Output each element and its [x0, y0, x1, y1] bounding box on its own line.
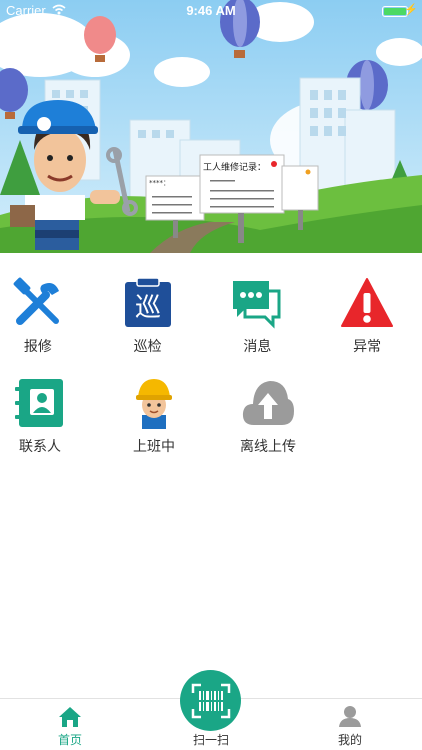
tab-mine-label: 我的: [337, 733, 362, 747]
warning-triangle-icon: [340, 276, 394, 330]
cloud-upload-icon: [241, 376, 295, 430]
billboard-title: 工人维修记录：: [203, 163, 267, 173]
billboard-small-text: ****：: [149, 179, 170, 187]
menu-label-exception: 异常: [353, 339, 382, 355]
menu-label-contacts: 联系人: [19, 439, 61, 455]
tab-mine[interactable]: 我的: [310, 699, 390, 750]
tab-home[interactable]: 首页: [30, 699, 110, 750]
menu-item-offline-upload[interactable]: 离线上传: [211, 376, 325, 476]
menu-label-repair: 报修: [23, 339, 52, 355]
worker-helmet-icon: [127, 376, 181, 430]
clipboard-patrol-icon: 巡: [121, 276, 175, 330]
menu-label-patrol: 巡检: [133, 339, 162, 355]
header-banner: 工人维修记录： ****：: [0, 0, 422, 253]
tab-scan-label: 扫一扫: [192, 733, 229, 747]
menu-item-repair[interactable]: 报修: [0, 276, 93, 376]
barcode-scan-icon: [191, 683, 230, 718]
grid-row-1: 报修 巡 巡检 消息 异常: [0, 276, 422, 376]
wrench-hammer-icon: [11, 276, 65, 330]
menu-label-on-duty: 上班中: [133, 439, 175, 455]
menu-item-contacts[interactable]: 联系人: [0, 376, 97, 476]
function-grid: 报修 巡 巡检 消息 异常 联系人 上班中 离线上传: [0, 276, 422, 476]
patrol-glyph: 巡: [135, 293, 161, 323]
menu-item-on-duty[interactable]: 上班中: [97, 376, 211, 476]
banner-illustration: [0, 0, 422, 253]
menu-label-offline-upload: 离线上传: [240, 439, 296, 455]
menu-item-exception[interactable]: 异常: [312, 276, 422, 376]
scan-button[interactable]: [180, 670, 241, 731]
contacts-book-icon: [13, 376, 67, 430]
charging-icon: ⚡: [404, 4, 418, 16]
home-icon: [59, 707, 81, 727]
chat-bubbles-icon: [230, 276, 284, 330]
menu-item-patrol[interactable]: 巡 巡检: [93, 276, 203, 376]
menu-label-messages: 消息: [243, 339, 272, 355]
tab-home-label: 首页: [57, 733, 82, 747]
clock-time: 9:46 AM: [186, 3, 236, 18]
status-bar: Carrier 9:46 AM ⚡: [0, 0, 422, 22]
grid-row-2: 联系人 上班中 离线上传: [0, 376, 422, 476]
menu-item-messages[interactable]: 消息: [203, 276, 313, 376]
user-icon: [339, 706, 361, 727]
